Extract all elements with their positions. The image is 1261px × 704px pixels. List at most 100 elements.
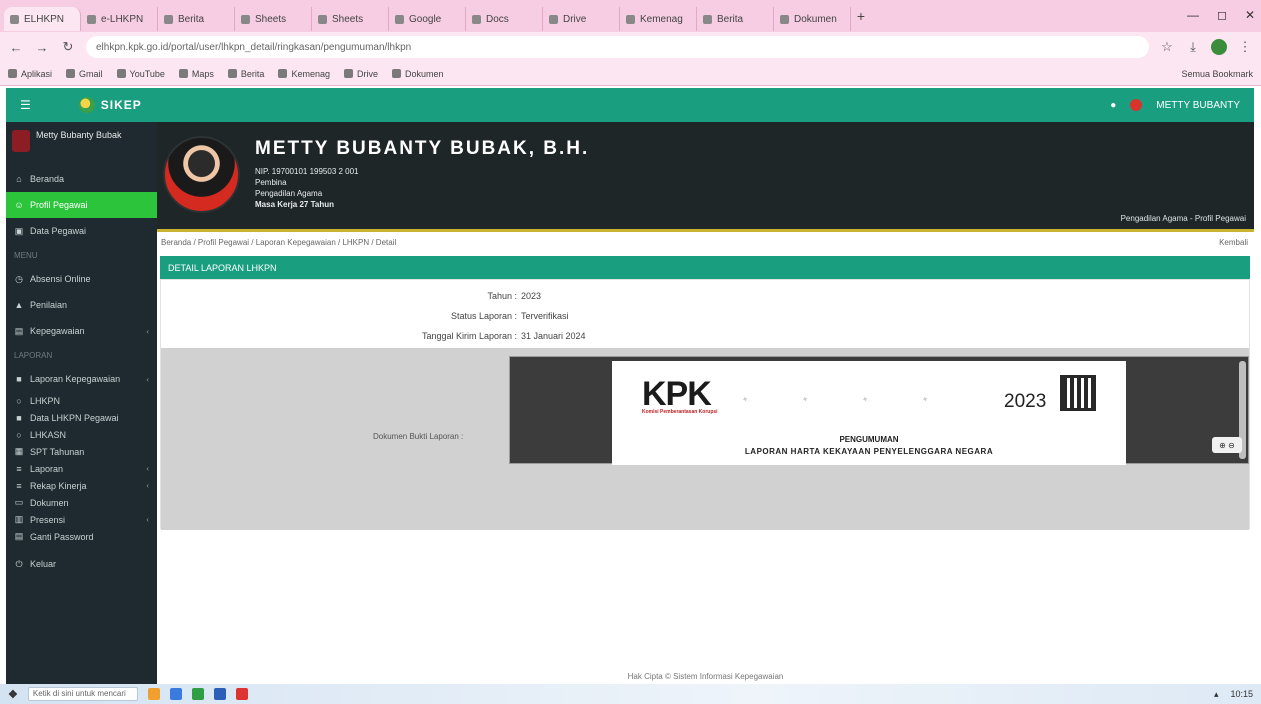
star-icon[interactable]: ☆ (1159, 39, 1175, 55)
app-window: ☰ SIKEP ● METTY BUBANTY Metty Bubanty Bu… (6, 88, 1254, 684)
taskbar-search-input[interactable]: Ketik di sini untuk mencari (27, 687, 138, 701)
sidebar-item[interactable]: ▤ Ganti Password (6, 528, 157, 545)
sidebar-item[interactable]: ▲ Penilaian (6, 292, 157, 318)
browser-tab[interactable]: Drive (543, 7, 620, 31)
profile-name: METTY BUBANTY BUBAK, B.H. (255, 138, 590, 159)
sidebar-item[interactable]: ≡ Laporan ‹ (6, 460, 157, 477)
sidebar-item[interactable]: ▥ Presensi ‹ (6, 511, 157, 528)
browser-tab[interactable]: Dokumen (774, 7, 851, 31)
back-icon[interactable]: ← (8, 40, 24, 55)
app-logo[interactable]: SIKEP (78, 97, 142, 113)
info-value: 31 Januari 2024 (521, 331, 586, 341)
sidebar-item[interactable]: ☺ Profil Pegawai (6, 192, 157, 218)
url-input[interactable]: elhkpn.kpk.go.id/portal/user/lhkpn_detai… (86, 36, 1149, 58)
forward-icon[interactable]: → (34, 40, 50, 55)
browser-tab[interactable]: e-LHKPN (81, 7, 158, 31)
start-icon[interactable]: ❖ (8, 688, 18, 701)
sidebar-item[interactable]: ▭ Dokumen (6, 494, 157, 511)
bookmark-favicon-icon (343, 69, 353, 78)
chevron-left-icon: ‹ (146, 326, 149, 336)
sidebar-toggle-icon[interactable]: ☰ (20, 98, 31, 112)
logout-button[interactable]: ⏻ Keluar (6, 551, 157, 577)
browser-tab[interactable]: Kemenag (620, 7, 697, 31)
logout-label: Keluar (30, 559, 57, 569)
menu-icon[interactable]: ⋮ (1237, 39, 1253, 55)
browser-profile-icon[interactable] (1211, 39, 1227, 55)
window-controls: — ◻ ✕ (1187, 8, 1255, 22)
profile-line: Pengadilan Agama (255, 189, 323, 198)
tab-label: Dokumen (794, 13, 837, 25)
browser-tab-bar: ELHKPN e-LHKPN Berita Sheets Sheets Google Doc… (0, 0, 1261, 32)
browser-tab[interactable]: Berita (697, 7, 774, 31)
topnav-user-name[interactable]: METTY BUBANTY (1156, 100, 1240, 111)
info-value: Terverifikasi (521, 311, 569, 321)
sidebar-item[interactable]: ≡ Rekap Kinerja ‹ (6, 477, 157, 494)
tab-favicon-icon (549, 14, 558, 24)
taskbar-clock[interactable]: 10:15 (1230, 689, 1253, 700)
bookmark-item[interactable]: Maps (178, 68, 214, 79)
sidebar-item[interactable]: ▤ Kepegawaian ‹ (6, 318, 157, 344)
sidebar-item[interactable]: ○ LHKPN (6, 392, 157, 409)
bell-icon[interactable]: ● (1110, 100, 1116, 111)
file-explorer-icon[interactable] (147, 688, 160, 700)
all-bookmarks-link[interactable]: Semua Bookmark (1181, 69, 1253, 79)
user-avatar-small[interactable] (1130, 99, 1143, 111)
info-label: Tanggal Kirim Laporan : (421, 331, 517, 341)
tab-label: Docs (486, 13, 509, 25)
bookmark-favicon-icon (8, 69, 17, 78)
info-row-status: Status Laporan : Terverifikasi (161, 306, 1249, 326)
browser-tab[interactable]: Google (389, 7, 466, 31)
browser-tab[interactable]: Docs (466, 7, 543, 31)
sidebar-item[interactable]: ◷ Absensi Online (6, 266, 157, 292)
excel-icon[interactable] (191, 688, 204, 700)
tab-favicon-icon (164, 14, 173, 24)
bookmark-item[interactable]: Drive (343, 69, 378, 79)
network-icon[interactable]: ▴ (1214, 689, 1219, 700)
back-link[interactable]: Kembali (1219, 238, 1248, 247)
browser-icon[interactable] (169, 688, 182, 700)
breadcrumb[interactable]: Beranda / Profil Pegawai / Laporan Kepeg… (161, 238, 1250, 252)
browser-tab[interactable]: Sheets (235, 7, 312, 31)
sidebar-section-header: MENU (14, 250, 38, 260)
sidebar-item[interactable]: ▦ SPT Tahunan (6, 443, 157, 460)
browser-tab[interactable]: ELHKPN (4, 7, 81, 31)
sidebar-item[interactable]: ○ LHKASN (6, 426, 157, 443)
maximize-icon[interactable]: ◻ (1217, 8, 1227, 22)
sidebar-item[interactable]: ▣ Data Pegawai (6, 218, 157, 244)
profile-photo (163, 136, 240, 213)
new-tab-button[interactable]: + (851, 8, 871, 24)
menu-bullet-icon: ○ (16, 429, 22, 440)
chart-icon: ▲ (14, 300, 24, 310)
pdf-app-icon[interactable] (235, 688, 248, 700)
info-row-date: Tanggal Kirim Laporan : 31 Januari 2024 (161, 326, 1249, 346)
detail-panel: Tahun : 2023 Status Laporan : Terverifik… (160, 279, 1250, 530)
profile-line: Pembina (255, 178, 287, 187)
tab-favicon-icon (703, 14, 712, 24)
bookmark-item[interactable]: Aplikasi (8, 69, 52, 79)
menu-bullet-icon: ▭ (14, 497, 24, 507)
word-icon[interactable] (213, 688, 226, 700)
bookmark-item[interactable]: Gmail (66, 69, 103, 79)
bookmark-item[interactable]: YouTube (116, 68, 165, 79)
chevron-left-icon: ‹ (146, 515, 149, 524)
bookmark-label: Maps (191, 68, 214, 79)
sidebar-item[interactable]: ■ Data LHKPN Pegawai (6, 409, 157, 426)
sidebar-item[interactable]: ⌂ Beranda (6, 166, 157, 192)
app-top-navbar: ☰ SIKEP ● METTY BUBANTY (6, 88, 1254, 122)
download-icon[interactable]: ⤓ (1185, 39, 1201, 55)
bookmark-item[interactable]: Berita (227, 69, 264, 79)
kpk-logo-subtitle: Komisi Pemberantasan Korupsi (642, 409, 718, 415)
browser-tab[interactable]: Berita (158, 7, 235, 31)
bookmark-item[interactable]: Dokumen (391, 69, 444, 79)
browser-tab[interactable]: Sheets (312, 7, 389, 31)
reload-icon[interactable]: ↻ (60, 39, 76, 55)
bookmark-item[interactable]: Kemenag (278, 69, 330, 79)
pdf-viewer[interactable]: KPK Komisi Pemberantasan Korupsi ✦ ✦ ✦ ✦… (509, 356, 1249, 465)
minimize-icon[interactable]: — (1187, 8, 1199, 22)
zoom-controls[interactable]: ⊕ ⊖ (1212, 437, 1242, 453)
sidebar-item-label: LHKASN (30, 429, 67, 440)
sidebar-item[interactable]: ■ Laporan Kepegawaian ‹ (6, 366, 157, 392)
close-icon[interactable]: ✕ (1245, 8, 1255, 22)
menu-bullet-icon: ▦ (14, 446, 24, 456)
bookmark-label: YouTube (129, 68, 165, 79)
